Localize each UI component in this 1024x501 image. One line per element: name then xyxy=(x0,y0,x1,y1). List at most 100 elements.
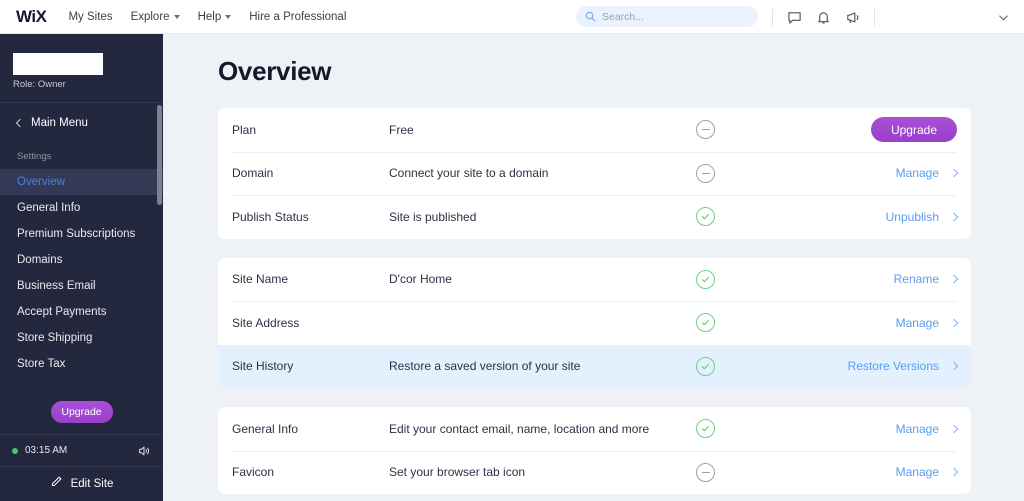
account-menu-button[interactable] xyxy=(997,0,1010,34)
row-label: Domain xyxy=(232,166,274,181)
chevron-right-icon[interactable] xyxy=(949,169,959,178)
restore-versions-link[interactable]: Restore Versions xyxy=(848,359,939,373)
sidebar-item-store-tax[interactable]: Store Tax xyxy=(0,351,163,377)
manage-link[interactable]: Manage xyxy=(896,316,939,330)
megaphone-icon[interactable] xyxy=(845,10,860,25)
rename-link[interactable]: Rename xyxy=(894,272,939,286)
search-box[interactable] xyxy=(576,6,758,27)
nav-item-help[interactable]: Help xyxy=(198,11,232,23)
current-time-label: 03:15 AM xyxy=(25,445,68,456)
sidebar-scrollbar[interactable] xyxy=(157,105,162,205)
search-icon xyxy=(585,11,596,22)
table-row[interactable]: Domain Connect your site to a domain Man… xyxy=(218,151,971,196)
action-cell: Manage xyxy=(786,422,971,436)
nav-item-explore[interactable]: Explore xyxy=(131,11,180,23)
sidebar: Role: Owner Main Menu Settings Overview … xyxy=(0,34,163,501)
status-cell xyxy=(696,356,786,376)
row-value: Edit your contact email, name, location … xyxy=(389,421,650,436)
top-icon-group xyxy=(772,0,875,34)
manage-link[interactable]: Manage xyxy=(896,422,939,436)
settings-card-general: General Info Edit your contact email, na… xyxy=(218,407,971,494)
manage-link[interactable]: Manage xyxy=(896,465,939,479)
status-ok-icon xyxy=(696,269,715,289)
status-none-icon xyxy=(696,462,715,482)
status-cell xyxy=(696,419,786,439)
chevron-right-icon[interactable] xyxy=(949,318,959,327)
nav-item-label: My Sites xyxy=(68,10,113,23)
speaker-icon[interactable] xyxy=(137,444,151,458)
sidebar-status-row: 03:15 AM xyxy=(0,434,163,466)
sidebar-item-label: General Info xyxy=(17,202,81,214)
table-row[interactable]: Plan Free Upgrade xyxy=(218,108,971,152)
sidebar-item-premium-subscriptions[interactable]: Premium Subscriptions xyxy=(0,221,163,247)
row-value: Free xyxy=(389,122,414,137)
status-none-icon xyxy=(696,163,715,183)
edit-site-button[interactable]: Edit Site xyxy=(0,466,163,501)
action-cell: Rename xyxy=(786,272,971,286)
wix-logo[interactable]: WiX xyxy=(16,7,47,27)
main-menu-label: Main Menu xyxy=(31,117,88,129)
sidebar-item-business-email[interactable]: Business Email xyxy=(0,273,163,299)
action-cell: Upgrade xyxy=(786,117,971,143)
sidebar-footer: 03:15 AM Edit Site xyxy=(0,434,163,501)
nav-item-label: Hire a Professional xyxy=(249,10,347,23)
sidebar-item-store-shipping[interactable]: Store Shipping xyxy=(0,325,163,351)
sidebar-item-label: Accept Payments xyxy=(17,306,107,318)
sidebar-item-label: Overview xyxy=(17,176,65,188)
chevron-right-icon[interactable] xyxy=(949,275,959,284)
sidebar-item-overview[interactable]: Overview xyxy=(0,169,163,195)
sidebar-section-settings: Settings xyxy=(17,151,52,162)
divider xyxy=(874,8,875,26)
top-header-bar: WiX My Sites Explore Help Hire a Profess… xyxy=(0,0,1024,34)
main-menu-back-button[interactable]: Main Menu xyxy=(0,109,163,137)
nav-item-label: Explore xyxy=(130,10,170,23)
bell-icon[interactable] xyxy=(816,10,831,25)
sidebar-item-label: Store Tax xyxy=(17,358,66,370)
status-cell xyxy=(696,462,786,482)
table-row[interactable]: Favicon Set your browser tab icon Manage xyxy=(218,450,971,495)
chevron-right-icon[interactable] xyxy=(949,212,959,221)
site-header: Role: Owner xyxy=(0,34,163,102)
unpublish-link[interactable]: Unpublish xyxy=(886,210,939,224)
action-cell: Restore Versions xyxy=(786,359,971,373)
table-row[interactable]: Site Name D'cor Home Rename xyxy=(218,258,971,302)
action-cell: Manage xyxy=(786,166,971,180)
status-cell xyxy=(696,120,786,140)
row-label: Publish Status xyxy=(232,209,309,224)
status-cell xyxy=(696,207,786,227)
row-label: Site Address xyxy=(232,315,300,330)
sidebar-item-domains[interactable]: Domains xyxy=(0,247,163,273)
sidebar-item-label: Business Email xyxy=(17,280,96,292)
table-row[interactable]: General Info Edit your contact email, na… xyxy=(218,407,971,451)
table-row[interactable]: Site History Restore a saved version of … xyxy=(218,344,971,388)
search-input[interactable] xyxy=(602,10,742,23)
chat-bubble-icon[interactable] xyxy=(787,10,802,25)
status-ok-icon xyxy=(696,313,715,333)
sidebar-upgrade-button[interactable]: Upgrade xyxy=(50,401,113,423)
table-row[interactable]: Publish Status Site is published Unpubli… xyxy=(218,195,971,239)
row-value: Set your browser tab icon xyxy=(389,465,526,480)
settings-card-plan-domain: Plan Free Upgrade Domain Connect your si… xyxy=(218,108,971,239)
row-value: Site is published xyxy=(389,209,477,224)
chevron-right-icon[interactable] xyxy=(949,468,959,477)
row-label: Site History xyxy=(232,359,294,374)
settings-card-site-info: Site Name D'cor Home Rename Site Address xyxy=(218,257,971,388)
status-cell xyxy=(696,269,786,289)
nav-item-my-sites[interactable]: My Sites xyxy=(68,11,112,23)
online-status-dot xyxy=(12,447,18,454)
row-label: Site Name xyxy=(232,272,289,287)
nav-item-hire-a-professional[interactable]: Hire a Professional xyxy=(249,11,346,23)
sidebar-item-label: Domains xyxy=(17,254,63,266)
table-row[interactable]: Site Address Manage xyxy=(218,301,971,345)
status-ok-icon xyxy=(696,419,715,439)
sidebar-item-general-info[interactable]: General Info xyxy=(0,195,163,221)
upgrade-button[interactable]: Upgrade xyxy=(870,117,957,143)
row-label: Plan xyxy=(232,122,257,137)
chevron-right-icon[interactable] xyxy=(949,362,959,371)
manage-link[interactable]: Manage xyxy=(896,166,939,180)
chevron-right-icon[interactable] xyxy=(949,424,959,433)
sidebar-upgrade-container: Upgrade xyxy=(0,401,163,423)
sidebar-item-accept-payments[interactable]: Accept Payments xyxy=(0,299,163,325)
status-ok-icon xyxy=(696,207,715,227)
sidebar-item-label: Store Shipping xyxy=(17,332,93,344)
